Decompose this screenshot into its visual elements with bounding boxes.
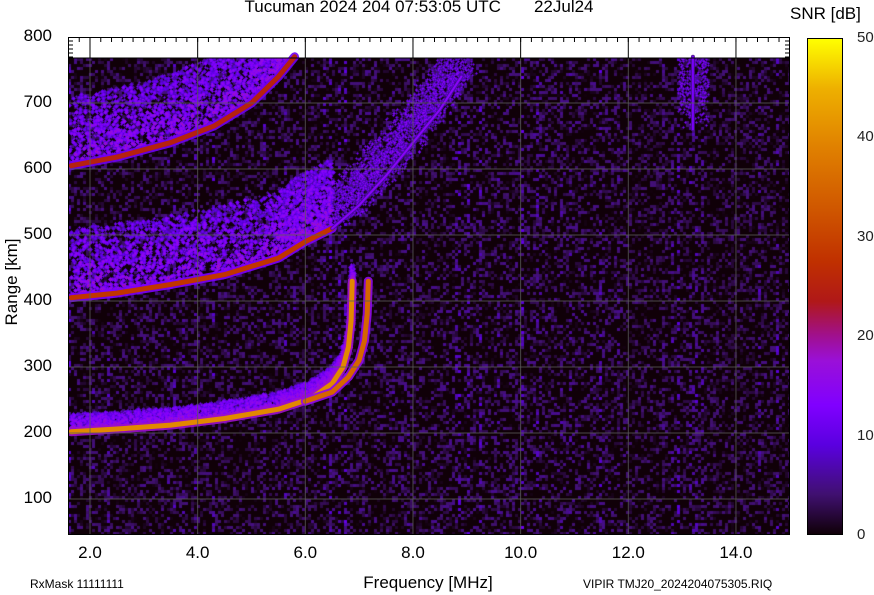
x-tick-label: 12.0 — [611, 543, 645, 562]
x-tick-label: 8.0 — [401, 543, 425, 562]
plot-overlay — [68, 37, 790, 535]
echo-trace-halo — [330, 74, 464, 231]
colorbar-tick-label: 40 — [857, 128, 874, 146]
echo-trace — [68, 225, 335, 301]
colorbar-tick-label: 50 — [857, 29, 874, 46]
x-tick-label: 10.0 — [504, 543, 538, 562]
y-tick-label: 700 — [23, 92, 52, 111]
echo-trace-halo — [68, 223, 337, 303]
colorbar-tick-label: 0 — [857, 526, 866, 543]
colorbar-tick-label: 20 — [857, 327, 874, 345]
echo-trace-halo — [68, 276, 357, 437]
colorbar-tick-label: 30 — [857, 227, 874, 245]
chart-title: Tucuman 2024 204 07:53:05 UTC 22Jul24 — [244, 0, 594, 16]
colorbar-title: SNR [dB] — [790, 4, 861, 23]
x-tick-label: 2.0 — [78, 543, 102, 562]
y-tick-label: 600 — [23, 158, 52, 177]
colorbar — [807, 38, 843, 535]
y-tick-label: 200 — [23, 422, 52, 441]
y-tick-label: 100 — [23, 488, 52, 507]
x-tick-label: 4.0 — [185, 543, 210, 562]
file-name-label: VIPIR TMJ20_2024204075305.RIQ — [583, 577, 773, 591]
echo-trace — [331, 75, 463, 230]
colorbar-tick-label: 10 — [857, 426, 874, 444]
x-axis-label: Frequency [MHz] — [363, 573, 493, 592]
x-tick-label: 6.0 — [293, 543, 318, 562]
echo-trace — [68, 278, 355, 435]
x-tick-label: 14.0 — [719, 543, 753, 562]
rxmask-label: RxMask 11111111 — [30, 577, 124, 591]
y-axis-label: Range [km] — [2, 238, 21, 326]
y-tick-label: 800 — [23, 26, 52, 45]
echo-trace-halo — [300, 276, 373, 406]
echo-trace — [68, 54, 298, 169]
echo-trace-halo — [68, 52, 300, 171]
y-tick-label: 300 — [23, 356, 52, 375]
